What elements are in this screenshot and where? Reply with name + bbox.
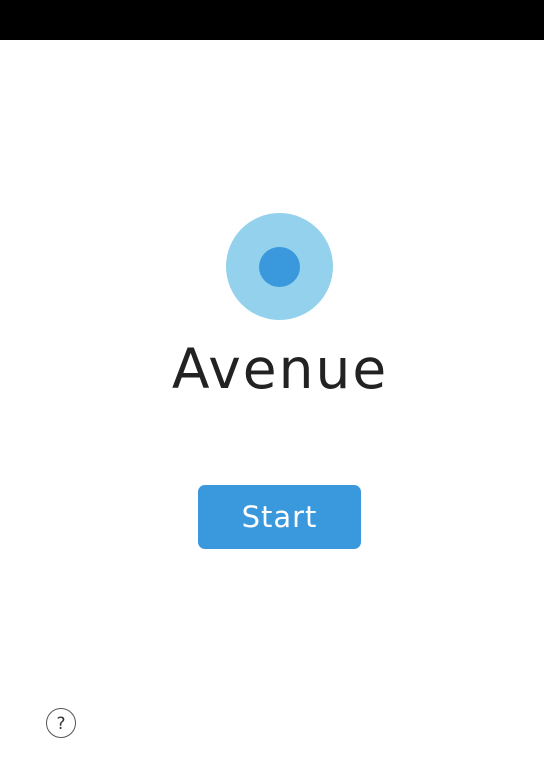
logo-dot <box>259 247 300 287</box>
start-button[interactable]: Start <box>198 485 361 549</box>
app-logo-icon <box>226 213 333 320</box>
app-title: Avenue <box>171 337 389 401</box>
question-mark-icon: ? <box>56 714 66 734</box>
help-button[interactable]: ? <box>46 708 76 738</box>
status-bar <box>0 0 544 40</box>
